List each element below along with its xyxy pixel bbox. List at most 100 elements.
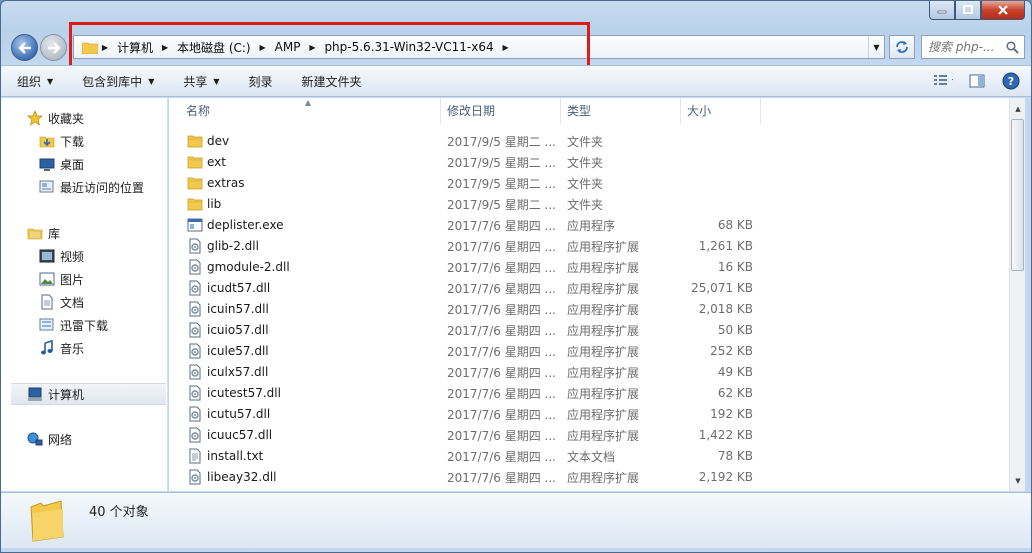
file-row[interactable]: icudt57.dll 2017/7/6 星期四 ... 应用程序扩展 25,071 … [169, 278, 769, 298]
column-date[interactable]: 修改日期 [441, 98, 561, 124]
forward-button[interactable] [40, 34, 67, 61]
file-date: 2017/7/6 星期四 ... [447, 323, 556, 338]
breadcrumb-separator[interactable]: ▶ [98, 43, 112, 52]
file-size: 252 KB [710, 344, 753, 358]
scroll-up-button[interactable]: ▲ [1010, 100, 1026, 117]
column-name[interactable]: ▲ 名称 [169, 98, 441, 124]
burn-button[interactable]: 刻录 [233, 73, 286, 90]
file-row[interactable]: icuin57.dll 2017/7/6 星期四 ... 应用程序扩展 2,018 K… [169, 299, 769, 319]
nav-item-recent-places[interactable]: 最近访问的位置 [39, 177, 144, 197]
close-button[interactable] [981, 1, 1025, 20]
dll-icon [187, 259, 203, 275]
nav-item-label: 图片 [60, 272, 85, 287]
dll-icon [187, 280, 203, 296]
file-type: 应用程序扩展 [567, 260, 640, 275]
scroll-down-button[interactable]: ▼ [1010, 472, 1026, 489]
include-in-library-menu[interactable]: 包含到库中 ▼ [66, 73, 167, 90]
back-button[interactable] [11, 34, 38, 61]
column-size[interactable]: 大小 [681, 98, 761, 124]
breadcrumb-separator[interactable]: ▶ [158, 43, 172, 52]
organize-menu[interactable]: 组织 ▼ [1, 73, 66, 90]
file-list: ▲ 名称 修改日期 类型 大小 dev 2017/9/5 星期二 ... 文件夹 ext… [169, 98, 1009, 491]
breadcrumb-amp[interactable]: AMP [270, 40, 306, 54]
breadcrumb-php-folder[interactable]: php-5.6.31-Win32-VC11-x64 [319, 40, 498, 54]
xunlei-downloads-icon [39, 317, 55, 333]
scroll-thumb[interactable] [1011, 119, 1024, 271]
navigation-row: ▶ 计算机 ▶ 本地磁盘 (C:) ▶ AMP ▶ php-5.6.31-Win… [9, 31, 1025, 63]
nav-item-label: 音乐 [60, 341, 85, 356]
file-name: glib-2.dll [207, 239, 259, 253]
file-date: 2017/9/5 星期二 ... [447, 197, 556, 212]
include-in-library-label: 包含到库中 [82, 74, 143, 89]
file-size: 2,192 KB [698, 470, 753, 484]
chevron-down-icon: ▼ [148, 76, 155, 86]
new-folder-button[interactable]: 新建文件夹 [286, 73, 375, 90]
chevron-down-icon: ▼ [213, 76, 220, 86]
dll-icon [187, 322, 203, 338]
file-date: 2017/7/6 星期四 ... [447, 470, 556, 485]
chevron-down-icon: ▼ [47, 76, 54, 86]
nav-libraries[interactable]: 库 [27, 223, 60, 243]
file-row[interactable]: icutu57.dll 2017/7/6 星期四 ... 应用程序扩展 192 KB [169, 404, 769, 424]
chevron-up-icon: ▲ [1015, 104, 1021, 113]
file-row[interactable]: lib 2017/9/5 星期二 ... 文件夹 [169, 194, 769, 214]
breadcrumb-separator[interactable]: ▶ [499, 43, 513, 52]
column-size-label: 大小 [687, 104, 712, 118]
minimize-button[interactable] [929, 1, 955, 20]
file-row[interactable]: glib-2.dll 2017/7/6 星期四 ... 应用程序扩展 1,261 KB [169, 236, 769, 256]
file-type: 应用程序扩展 [567, 323, 640, 338]
preview-pane-button[interactable] [967, 71, 987, 91]
search-input[interactable] [922, 40, 1006, 54]
file-row[interactable]: ext 2017/9/5 星期二 ... 文件夹 [169, 152, 769, 172]
file-name: install.txt [207, 449, 264, 463]
file-row[interactable]: install.txt 2017/7/6 星期四 ... 文本文档 78 KB [169, 446, 769, 466]
recent-places-icon [39, 179, 55, 195]
nav-network[interactable]: 网络 [27, 429, 72, 449]
file-row[interactable]: iculx57.dll 2017/7/6 星期四 ... 应用程序扩展 49 KB [169, 362, 769, 382]
address-bar[interactable]: ▶ 计算机 ▶ 本地磁盘 (C:) ▶ AMP ▶ php-5.6.31-Win… [73, 35, 885, 59]
file-row[interactable]: gmodule-2.dll 2017/7/6 星期四 ... 应用程序扩展 16 KB [169, 257, 769, 277]
file-row[interactable]: icutest57.dll 2017/7/6 星期四 ... 应用程序扩展 62 KB [169, 383, 769, 403]
maximize-button[interactable] [955, 1, 981, 20]
file-name: icudt57.dll [207, 281, 271, 295]
share-menu[interactable]: 共享 ▼ [167, 73, 232, 90]
file-row[interactable]: icule57.dll 2017/7/6 星期四 ... 应用程序扩展 252 KB [169, 341, 769, 361]
change-view-button[interactable] [933, 71, 953, 91]
nav-item-xunlei-downloads[interactable]: 迅雷下载 [39, 315, 108, 335]
view-details-icon [934, 75, 953, 85]
dll-icon [187, 238, 203, 254]
breadcrumb-separator[interactable]: ▶ [305, 43, 319, 52]
nav-item-desktop[interactable]: 桌面 [39, 154, 84, 174]
nav-item-downloads[interactable]: 下载 [39, 131, 84, 151]
column-type[interactable]: 类型 [561, 98, 681, 124]
file-size: 49 KB [717, 365, 753, 379]
file-date: 2017/7/6 星期四 ... [447, 281, 556, 296]
file-row[interactable]: icuio57.dll 2017/7/6 星期四 ... 应用程序扩展 50 KB [169, 320, 769, 340]
help-button[interactable]: ? [1001, 71, 1021, 91]
vertical-scrollbar[interactable]: ▲ ▼ [1009, 98, 1025, 491]
nav-item-music[interactable]: 音乐 [39, 338, 84, 358]
file-row[interactable]: extras 2017/9/5 星期二 ... 文件夹 [169, 173, 769, 193]
file-size: 78 KB [717, 449, 753, 463]
refresh-button[interactable] [889, 35, 915, 59]
file-date: 2017/7/6 星期四 ... [447, 218, 556, 233]
file-row[interactable]: libeay32.dll 2017/7/6 星期四 ... 应用程序扩展 2,192 … [169, 467, 769, 487]
nav-item-documents[interactable]: 文档 [39, 292, 84, 312]
file-name: dev [207, 134, 230, 148]
search-box[interactable] [921, 35, 1025, 59]
file-row[interactable]: deplister.exe 2017/7/6 星期四 ... 应用程序 68 KB [169, 215, 769, 235]
breadcrumb-local-disk[interactable]: 本地磁盘 (C:) [172, 39, 256, 56]
nav-favorites[interactable]: 收藏夹 [27, 108, 84, 128]
file-size: 2,018 KB [698, 302, 753, 316]
file-row[interactable]: dev 2017/9/5 星期二 ... 文件夹 [169, 131, 769, 151]
file-name: icutu57.dll [207, 407, 271, 421]
nav-item-videos[interactable]: 视频 [39, 246, 84, 266]
breadcrumb-computer[interactable]: 计算机 [112, 39, 158, 56]
address-history-dropdown[interactable]: ▼ [868, 36, 884, 58]
breadcrumb-separator[interactable]: ▶ [256, 43, 270, 52]
nav-item-label: 视频 [60, 249, 85, 264]
nav-computer[interactable]: 计算机 [11, 383, 166, 405]
file-size: 16 KB [717, 260, 753, 274]
nav-item-pictures[interactable]: 图片 [39, 269, 84, 289]
file-row[interactable]: icuuc57.dll 2017/7/6 星期四 ... 应用程序扩展 1,422 K… [169, 425, 769, 445]
